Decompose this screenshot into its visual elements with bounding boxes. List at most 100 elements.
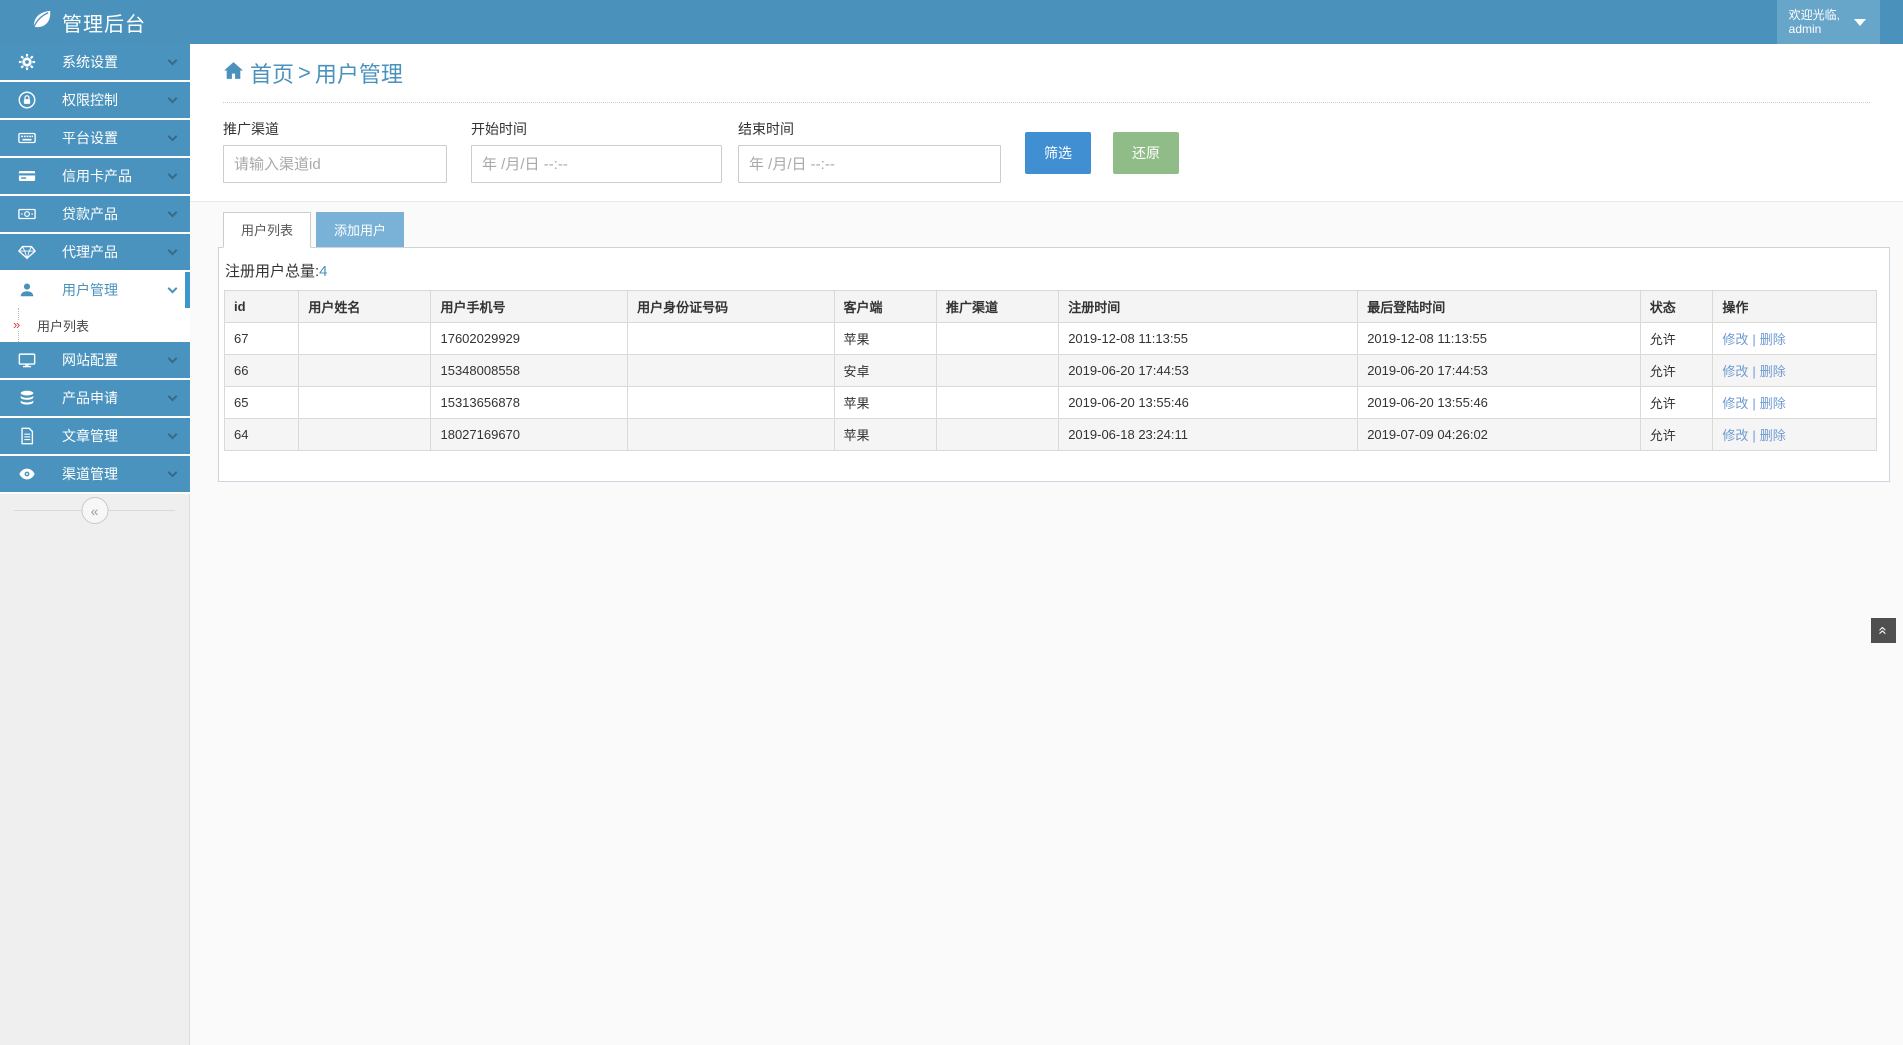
cell-id: 65 [225,387,299,419]
cell-channel [936,355,1058,387]
sidebar: 系统设置 权限控制 平台设置 信用卡产品 贷款产品 代理产品 [0,44,190,1045]
credit-card-icon [18,167,36,185]
col-header-id: id [225,291,299,323]
cell-status: 允许 [1640,355,1713,387]
delete-link[interactable]: 删除 [1760,428,1786,443]
leaf-icon [30,8,53,36]
user-menu[interactable]: 欢迎光临, admin [1777,0,1880,44]
user-icon [18,281,36,299]
welcome-text: 欢迎光临, [1789,8,1840,22]
cell-reg-time: 2019-12-08 11:13:55 [1059,323,1358,355]
col-header-status: 状态 [1640,291,1713,323]
filter-bar: 推广渠道 开始时间 结束时间 筛选 还原 [223,119,1870,183]
caret-down-icon [1854,19,1866,26]
cell-actions: 修改|删除 [1713,387,1877,419]
keyboard-icon [18,129,36,147]
col-header-idcard: 用户身份证号码 [628,291,834,323]
cell-status: 允许 [1640,387,1713,419]
end-time-input[interactable] [738,145,1001,183]
cell-phone: 18027169670 [431,419,628,451]
cell-idcard [628,419,834,451]
cell-name [299,355,431,387]
cell-last-login: 2019-06-20 13:55:46 [1358,387,1640,419]
col-header-channel: 推广渠道 [936,291,1058,323]
edit-link[interactable]: 修改 [1722,428,1748,443]
app-title: 管理后台 [62,8,146,37]
user-list-panel: 注册用户总量:4 id 用户姓名 用户手机号 用户身份证号码 客户端 推广渠道 … [218,247,1890,482]
sidebar-item-loan-products[interactable]: 贷款产品 [0,196,190,232]
edit-link[interactable]: 修改 [1722,396,1748,411]
sidebar-item-product-application[interactable]: 产品申请 [0,380,190,416]
sidebar-item-permission-control[interactable]: 权限控制 [0,82,190,118]
chevron-down-icon [168,391,178,401]
diamond-icon [18,243,36,261]
cell-client: 苹果 [834,387,936,419]
sidebar-item-article-management[interactable]: 文章管理 [0,418,190,454]
submenu-arrow-icon: » [13,320,20,330]
main-content: 首页 > 用户管理 推广渠道 开始时间 结束时间 筛选 还原 用户列表 添加用户 [190,44,1903,1045]
cell-client: 安卓 [834,355,936,387]
app-logo: 管理后台 [0,8,146,37]
cell-last-login: 2019-12-08 11:13:55 [1358,323,1640,355]
table-row: 67 17602029929 苹果 2019-12-08 11:13:55 20… [225,323,1877,355]
col-header-actions: 操作 [1713,291,1877,323]
tab-bar: 用户列表 添加用户 [223,212,1903,247]
edit-link[interactable]: 修改 [1722,364,1748,379]
sidebar-item-system-settings[interactable]: 系统设置 [0,44,190,80]
cell-actions: 修改|删除 [1713,323,1877,355]
sidebar-item-credit-card-products[interactable]: 信用卡产品 [0,158,190,194]
tab-user-list[interactable]: 用户列表 [223,212,311,248]
cell-reg-time: 2019-06-20 13:55:46 [1059,387,1358,419]
start-time-input[interactable] [471,145,722,183]
cell-idcard [628,355,834,387]
chevron-down-icon [168,245,178,255]
chevron-down-icon [168,131,178,141]
col-header-client: 客户端 [834,291,936,323]
sidebar-item-user-management[interactable]: 用户管理 [0,272,190,308]
sidebar-collapse-button[interactable]: « [81,497,108,524]
start-time-label: 开始时间 [471,119,722,139]
cell-last-login: 2019-06-20 17:44:53 [1358,355,1640,387]
reset-button[interactable]: 还原 [1113,132,1179,174]
cell-id: 64 [225,419,299,451]
sidebar-item-agent-products[interactable]: 代理产品 [0,234,190,270]
summary-label: 注册用户总量: [225,263,319,280]
chevron-down-icon [168,169,178,179]
table-row: 64 18027169670 苹果 2019-06-18 23:24:11 20… [225,419,1877,451]
chevron-down-icon [168,55,178,65]
cell-client: 苹果 [834,323,936,355]
delete-link[interactable]: 删除 [1760,396,1786,411]
sidebar-item-platform-settings[interactable]: 平台设置 [0,120,190,156]
cell-status: 允许 [1640,323,1713,355]
cell-name [299,387,431,419]
col-header-last-login: 最后登陆时间 [1358,291,1640,323]
banknote-icon [18,205,36,223]
delete-link[interactable]: 删除 [1760,364,1786,379]
sidebar-item-site-config[interactable]: 网站配置 [0,342,190,378]
back-to-top-button[interactable]: « [1871,618,1896,643]
channel-filter-label: 推广渠道 [223,119,447,139]
gear-icon [18,53,36,71]
breadcrumb-home[interactable]: 首页 [250,57,294,89]
delete-link[interactable]: 删除 [1760,332,1786,347]
eye-icon [18,465,36,483]
col-header-reg-time: 注册时间 [1059,291,1358,323]
tab-add-user[interactable]: 添加用户 [316,212,404,247]
cell-phone: 17602029929 [431,323,628,355]
edit-link[interactable]: 修改 [1722,332,1748,347]
cell-id: 66 [225,355,299,387]
cell-phone: 15313656878 [431,387,628,419]
lock-icon [18,91,36,109]
sidebar-subitem-user-list[interactable]: » 用户列表 [0,310,190,340]
table-row: 66 15348008558 安卓 2019-06-20 17:44:53 20… [225,355,1877,387]
sidebar-item-channel-management[interactable]: 渠道管理 [0,456,190,492]
divider [223,102,1870,103]
summary-count: 4 [319,263,327,280]
channel-input[interactable] [223,145,447,183]
cell-idcard [628,323,834,355]
chevron-down-icon [168,283,178,293]
chevron-down-icon [168,353,178,363]
cell-channel [936,387,1058,419]
chevron-down-icon [168,207,178,217]
filter-button[interactable]: 筛选 [1025,132,1091,174]
